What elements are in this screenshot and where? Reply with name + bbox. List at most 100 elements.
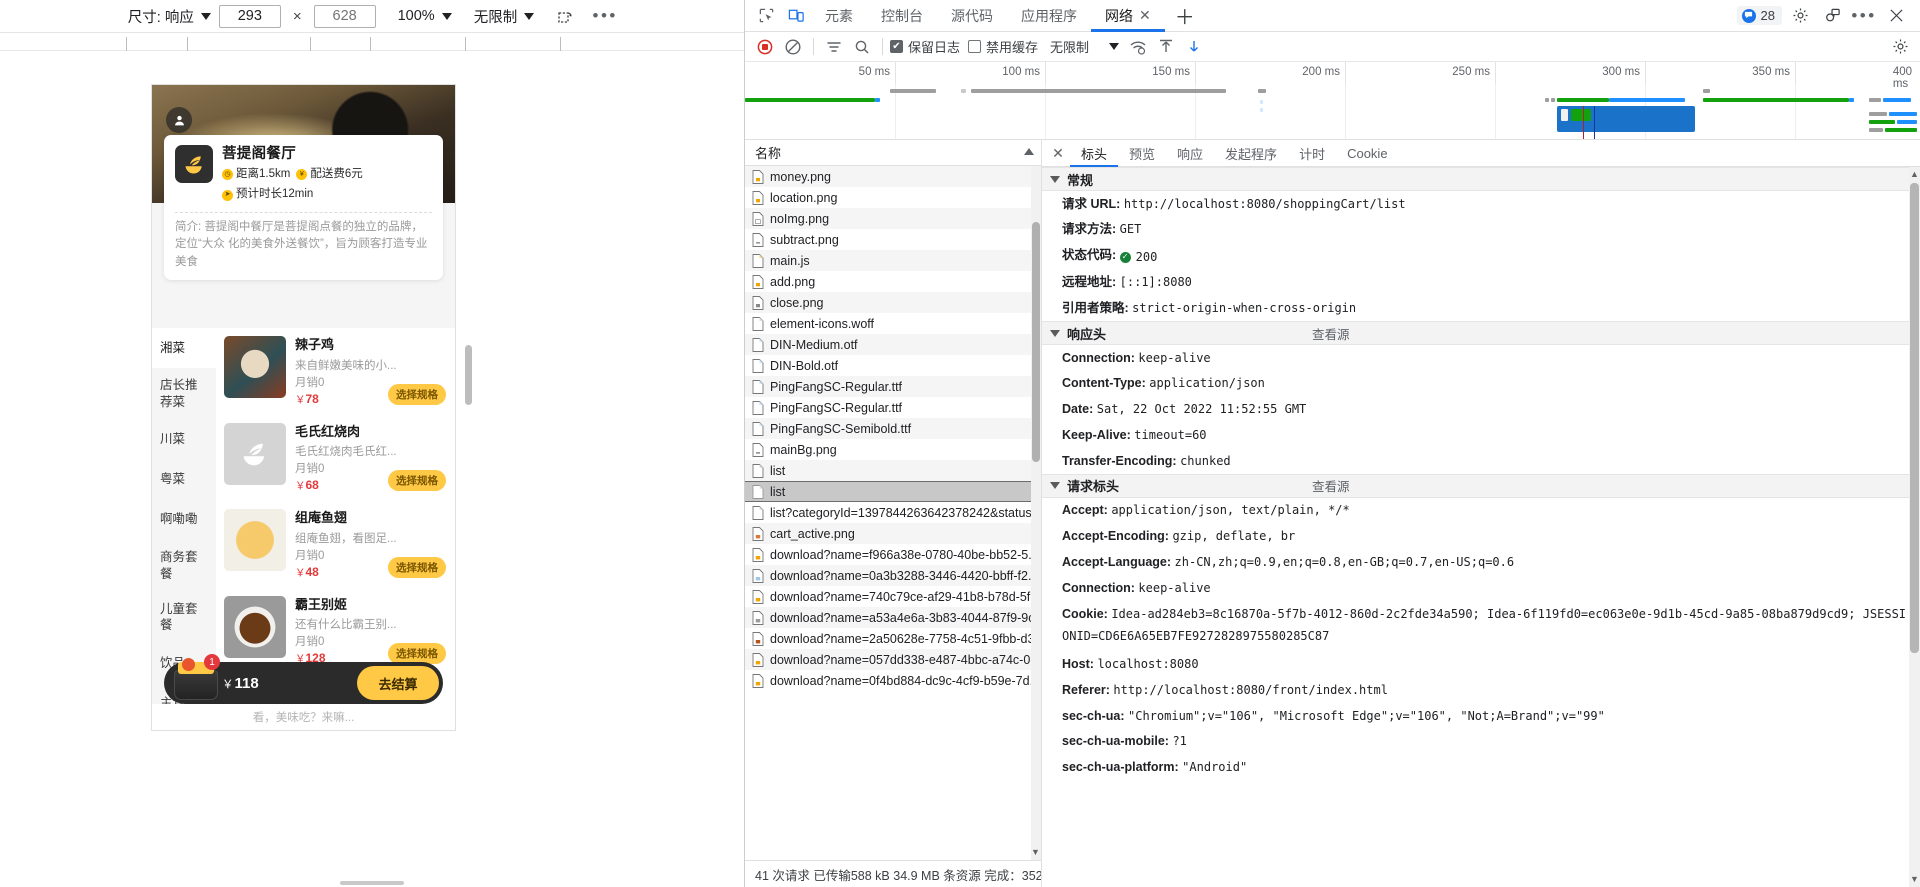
section-request-headers-header[interactable]: 请求标头 查看源 <box>1042 473 1920 498</box>
disable-cache-checkbox[interactable]: 禁用缓存 <box>968 37 1038 56</box>
table-row[interactable]: download?name=f966a38e-0780-40be-bb52-5.… <box>745 544 1041 565</box>
table-row[interactable]: PingFangSC-Semibold.ttf <box>745 418 1041 439</box>
table-row[interactable]: close.png <box>745 292 1041 313</box>
device-toolbar-icon[interactable] <box>781 0 811 31</box>
gear-icon[interactable] <box>1786 4 1814 28</box>
sidebar-item-yuecai[interactable]: 粤菜 <box>152 460 216 500</box>
scroll-up-arrow-icon[interactable]: ▲ <box>1910 169 1919 180</box>
network-throttle-select[interactable]: 无限制 <box>1046 37 1123 56</box>
device-width-input[interactable] <box>218 4 281 28</box>
request-list-header[interactable]: 名称 <box>745 140 1041 166</box>
export-har-icon[interactable] <box>1181 35 1207 59</box>
scroll-down-arrow-icon[interactable]: ▼ <box>1910 874 1919 885</box>
tab-console[interactable]: 控制台 <box>867 0 937 31</box>
network-conditions-icon[interactable] <box>1125 35 1151 59</box>
close-icon[interactable] <box>1882 4 1910 28</box>
sidebar-item-recommend[interactable]: 店长推荐菜 <box>152 368 216 420</box>
dish-item[interactable]: 辣子鸡 来自鲜嫩美味的小... 月销0 ￥78 选择规格 <box>216 328 455 415</box>
tab-elements[interactable]: 元素 <box>811 0 867 31</box>
table-row[interactable]: element-icons.woff <box>745 313 1041 334</box>
customize-icon[interactable] <box>1818 4 1846 28</box>
table-row[interactable]: PingFangSC-Regular.ttf <box>745 397 1041 418</box>
rotate-icon[interactable] <box>554 5 576 27</box>
table-row[interactable]: download?name=0a3b3288-3446-4420-bbff-f2… <box>745 565 1041 586</box>
phone-screen[interactable]: 菩提阁餐厅 ◷ 距离1.5km ¥ 配送费6元 ➤ 预计时长12min 简介: … <box>152 85 455 730</box>
device-more-options-icon[interactable]: ••• <box>593 5 616 27</box>
detail-tab-response[interactable]: 响应 <box>1166 140 1214 166</box>
table-row[interactable]: download?name=a53a4e6a-3b83-4044-87f9-9c… <box>745 607 1041 628</box>
sidebar-item-chuancai[interactable]: 川菜 <box>152 420 216 460</box>
network-overview-timeline[interactable]: 50 ms 100 ms 150 ms 200 ms 250 ms 300 ms… <box>745 62 1920 140</box>
tab-application[interactable]: 应用程序 <box>1007 0 1091 31</box>
table-row[interactable]: download?name=0f4bd884-dc9c-4cf9-b59e-7d… <box>745 670 1041 691</box>
sidebar-item-kids-set[interactable]: 儿童套餐 <box>152 592 216 644</box>
filter-icon[interactable] <box>821 35 847 59</box>
device-zoom-selector[interactable]: 100% <box>398 8 452 24</box>
table-row[interactable]: mainBg.png <box>745 439 1041 460</box>
network-settings-icon[interactable] <box>1887 35 1913 59</box>
issues-badge[interactable]: 28 <box>1736 6 1782 25</box>
table-row[interactable]: PingFangSC-Regular.ttf <box>745 376 1041 397</box>
sidebar-item-xiangcai[interactable]: 湘菜 <box>152 328 216 368</box>
device-height-input[interactable] <box>313 4 376 28</box>
dish-item[interactable]: 毛氏红烧肉 毛氏红烧肉毛氏红... 月销0 ￥68 选择规格 <box>216 415 455 502</box>
record-stop-icon[interactable] <box>752 35 778 59</box>
import-har-icon[interactable] <box>1153 35 1179 59</box>
search-icon[interactable] <box>849 35 875 59</box>
detail-tab-headers[interactable]: 标头 <box>1070 140 1119 167</box>
request-list-scrollbar[interactable]: ▼ <box>1031 166 1041 860</box>
detail-tab-cookies[interactable]: Cookie <box>1336 140 1398 166</box>
table-row[interactable]: noImg.png <box>745 208 1041 229</box>
detail-content[interactable]: 常规 请求 URL: http://localhost:8080/shoppin… <box>1042 167 1920 887</box>
sidebar-item-alele[interactable]: 啊嘞嘞 <box>152 500 216 540</box>
view-source-link[interactable]: 查看源 <box>1312 324 1350 343</box>
table-row[interactable]: main.js <box>745 250 1041 271</box>
device-size-selector[interactable]: 尺寸: 响应 <box>128 6 211 27</box>
phone-vertical-scrollbar[interactable] <box>465 345 472 405</box>
add-tab-icon[interactable]: ＋ <box>1165 0 1205 31</box>
table-row[interactable]: list <box>745 460 1041 481</box>
table-row[interactable]: list?categoryId=1397844263642378242&stat… <box>745 502 1041 523</box>
detail-tab-initiator[interactable]: 发起程序 <box>1214 140 1288 166</box>
shopping-basket-icon[interactable]: 1 <box>172 654 220 700</box>
table-row[interactable]: subtract.png <box>745 229 1041 250</box>
table-row[interactable]: add.png <box>745 271 1041 292</box>
detail-tab-timing[interactable]: 计时 <box>1288 140 1336 166</box>
detail-tab-preview[interactable]: 预览 <box>1118 140 1166 166</box>
dish-name: 毛氏红烧肉 <box>295 423 361 439</box>
detail-tab-label: 发起程序 <box>1225 146 1278 162</box>
select-spec-button[interactable]: 选择规格 <box>388 556 446 578</box>
detail-scrollbar[interactable]: ▲ ▼ <box>1909 167 1920 887</box>
section-response-headers-header[interactable]: 响应头 查看源 <box>1042 321 1920 345</box>
request-rows[interactable]: money.png location.png noImg.png subtrac… <box>745 166 1041 860</box>
header-value: keep-alive <box>1138 350 1211 365</box>
table-row[interactable]: download?name=2a50628e-7758-4c51-9fbb-d3… <box>745 628 1041 649</box>
view-source-link[interactable]: 查看源 <box>1312 476 1350 495</box>
clear-icon[interactable] <box>780 35 806 59</box>
tab-sources[interactable]: 源代码 <box>937 0 1007 31</box>
table-row[interactable]: DIN-Medium.otf <box>745 334 1041 355</box>
file-font-icon <box>752 400 764 415</box>
section-general-header[interactable]: 常规 <box>1042 167 1920 191</box>
device-throttle-selector[interactable]: 无限制 <box>474 6 535 27</box>
inspect-element-icon[interactable] <box>751 0 781 31</box>
table-row[interactable]: download?name=740c79ce-af29-41b8-b78d-5f… <box>745 586 1041 607</box>
table-row[interactable]: location.png <box>745 187 1041 208</box>
select-spec-button[interactable]: 选择规格 <box>388 470 446 492</box>
tab-network[interactable]: 网络 ✕ <box>1091 0 1165 32</box>
close-detail-icon[interactable]: ✕ <box>1046 140 1070 166</box>
table-row-selected[interactable]: list <box>745 481 1041 502</box>
select-spec-button[interactable]: 选择规格 <box>388 383 446 405</box>
dish-item[interactable]: 组庵鱼翅 组庵鱼翅，看图足... 月销0 ￥48 选择规格 <box>216 501 455 588</box>
table-row[interactable]: DIN-Bold.otf <box>745 355 1041 376</box>
close-icon[interactable]: ✕ <box>1139 7 1151 24</box>
table-row[interactable]: money.png <box>745 166 1041 187</box>
table-row[interactable]: download?name=057dd338-e487-4bbc-a74c-0.… <box>745 649 1041 670</box>
sidebar-item-business-set[interactable]: 商务套餐 <box>152 540 216 592</box>
checkout-button[interactable]: 去结算 <box>357 666 439 700</box>
user-icon[interactable] <box>166 107 192 133</box>
preserve-log-checkbox[interactable]: ✔ 保留日志 <box>890 37 960 56</box>
table-row[interactable]: cart_active.png <box>745 523 1041 544</box>
viewport-horizontal-scrollbar[interactable] <box>340 881 404 885</box>
more-options-icon[interactable]: ••• <box>1850 4 1878 28</box>
